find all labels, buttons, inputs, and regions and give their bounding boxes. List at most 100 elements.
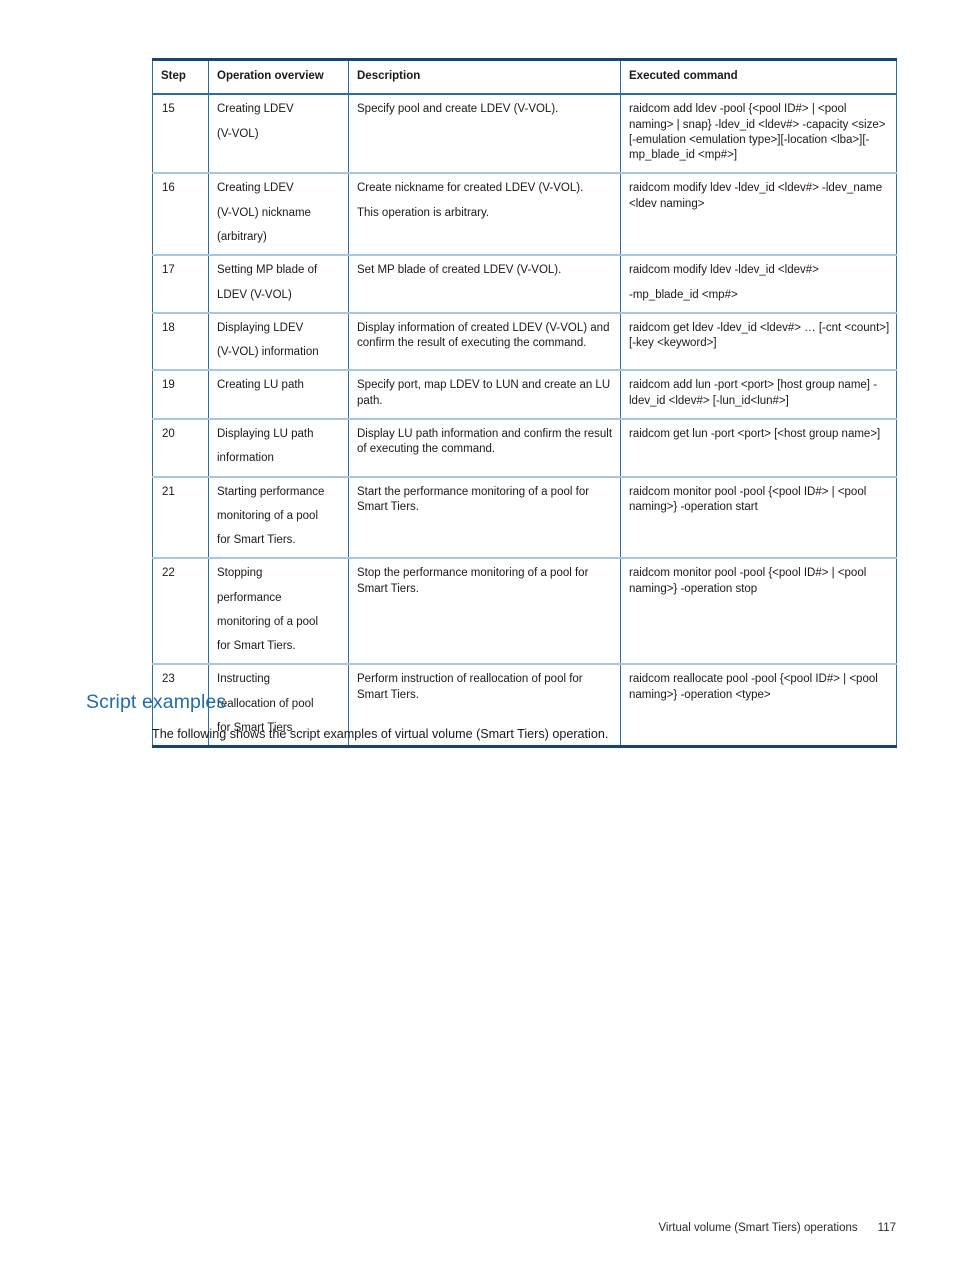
table-row: 18 Displaying LDEV (V-VOL) information Disp… (152, 311, 897, 371)
cell-step: 15 (152, 94, 209, 174)
cell-step: 20 (152, 417, 209, 477)
cell-operation-overview-line: Displaying LDEV (217, 321, 304, 334)
cell-executed-command-line: raidcom modify ldev -ldev_id <ldev#> (629, 264, 819, 277)
cell-operation-overview-line: Setting MP blade of (217, 264, 318, 277)
cell-executed-command-line: raidcom reallocate pool -pool {<pool ID#… (629, 673, 878, 701)
cell-executed-command-line: raidcom monitor pool -pool {<pool ID#> |… (629, 567, 867, 595)
footer-page-number: 117 (877, 1222, 896, 1234)
cell-description-line: Create nickname for created LDEV (V-VOL)… (357, 182, 584, 195)
cell-operation-overview: Stopping performance monitoring of a pool f… (208, 557, 349, 665)
cell-description: Specify pool and create LDEV (V-VOL). (348, 94, 621, 174)
cell-step: 18 (152, 311, 209, 371)
cell-executed-command: raidcom add ldev -pool {<pool ID#> | <po… (620, 94, 897, 174)
cell-description: Create nickname for created LDEV (V-VOL)… (348, 172, 621, 256)
cell-step-line: 20 (162, 427, 175, 440)
cell-description-line: This operation is arbitrary. (357, 206, 490, 219)
table-row: 21 Starting performance monitoring of a po… (152, 475, 897, 559)
table-header-row: Step Operation overview Description Exec… (152, 59, 897, 96)
cell-operation-overview-line: LDEV (V-VOL) (217, 288, 292, 301)
cell-operation-overview: Creating LDEV (V-VOL) nickname (arbitrary) (208, 172, 349, 256)
cell-operation-overview-line: Creating LDEV (217, 103, 294, 116)
cell-description-line: Start the performance monitoring of a po… (357, 485, 590, 513)
cell-operation-overview-line: (V-VOL) (217, 127, 259, 140)
cell-operation-overview: Displaying LU path information (208, 417, 349, 477)
cell-step: 21 (152, 475, 209, 559)
cell-step: 17 (152, 254, 209, 313)
cell-description: Stop the performance monitoring of a poo… (348, 557, 621, 665)
footer-chapter-title: Virtual volume (Smart Tiers) operations (658, 1222, 858, 1234)
cell-executed-command: raidcom monitor pool -pool {<pool ID#> |… (620, 475, 897, 559)
cell-operation-overview-line: monitoring of a pool (217, 509, 319, 522)
table-row: 19 Creating LU path Specify port, map LDEV… (152, 369, 897, 419)
cell-operation-overview-line: Stopping (217, 567, 263, 580)
cell-description: Start the performance monitoring of a po… (348, 475, 621, 559)
cell-step-line: 15 (162, 103, 175, 116)
cell-executed-command: raidcom modify ldev -ldev_id <ldev#> -mp_… (620, 254, 897, 313)
table-row: 20 Displaying LU path information Display L… (152, 417, 897, 477)
cell-executed-command: raidcom monitor pool -pool {<pool ID#> |… (620, 557, 897, 665)
cell-step: 19 (152, 369, 209, 419)
cell-operation-overview: Displaying LDEV (V-VOL) information (208, 311, 349, 371)
cell-operation-overview-line: monitoring of a pool (217, 615, 319, 628)
cell-step-line: 23 (162, 673, 175, 686)
cell-step-line: 16 (162, 182, 175, 195)
cell-operation-overview-line: Creating LU path (217, 379, 304, 392)
cell-description-line: Perform instruction of reallocation of p… (357, 673, 583, 701)
cell-executed-command-line: raidcom add ldev -pool {<pool ID#> | <po… (629, 103, 886, 162)
cell-operation-overview: Starting performance monitoring of a pool… (208, 475, 349, 559)
steps-table-container: Step Operation overview Description Exec… (152, 58, 897, 749)
cell-step-line: 21 (162, 485, 175, 498)
cell-operation-overview-line: performance (217, 591, 282, 604)
cell-executed-command: raidcom add lun -port <port> [host group… (620, 369, 897, 419)
page-footer: Virtual volume (Smart Tiers) operations 1… (658, 1222, 896, 1234)
cell-executed-command-line: raidcom get ldev -ldev_id <ldev#> … [-cn… (629, 321, 890, 350)
cell-description-line: Stop the performance monitoring of a poo… (357, 567, 589, 595)
cell-description-line: Display information of created LDEV (V-V… (357, 321, 610, 350)
cell-description: Display information of created LDEV (V-V… (348, 311, 621, 371)
page-title: Script examples (86, 691, 227, 713)
cell-description-line: Specify pool and create LDEV (V-VOL). (357, 103, 559, 116)
cell-executed-command: raidcom get lun -port <port> [<host grou… (620, 417, 897, 477)
cell-description-line: Specify port, map LDEV to LUN and create… (357, 379, 611, 407)
cell-operation-overview-line: Instructing (217, 673, 271, 686)
table-row: 17 Setting MP blade of LDEV (V-VOL) Set MP … (152, 254, 897, 313)
column-header-operation-overview: Operation overview (208, 59, 349, 96)
section-paragraph: The following shows the script examples … (152, 727, 609, 741)
cell-description-line: Set MP blade of created LDEV (V-VOL). (357, 264, 562, 277)
cell-operation-overview-line: (V-VOL) information (217, 346, 319, 359)
cell-operation-overview-line: Displaying LU path (217, 427, 314, 440)
cell-step: 22 (152, 557, 209, 665)
cell-step: 16 (152, 172, 209, 256)
cell-executed-command-line: raidcom add lun -port <port> [host group… (629, 379, 878, 407)
cell-executed-command: raidcom modify ldev -ldev_id <ldev#> -ld… (620, 172, 897, 256)
table-header: Step Operation overview Description Exec… (152, 59, 897, 96)
cell-step-line: 17 (162, 264, 175, 277)
table-row: 22 Stopping performance monitoring of a poo… (152, 557, 897, 665)
cell-step-line: 18 (162, 321, 175, 334)
cell-description: Set MP blade of created LDEV (V-VOL). (348, 254, 621, 313)
cell-operation-overview-line: for Smart Tiers. (217, 640, 296, 653)
column-header-executed-command: Executed command (620, 59, 897, 96)
column-header-step: Step (152, 59, 209, 96)
cell-description-line: Display LU path information and confirm … (357, 427, 613, 456)
cell-executed-command-line: raidcom get lun -port <port> [<host grou… (629, 427, 881, 440)
table-body: 15 Creating LDEV (V-VOL) Specify pool and c… (152, 94, 897, 747)
cell-operation-overview-line: reallocation of pool (217, 697, 314, 710)
cell-operation-overview-line: Starting performance (217, 485, 325, 498)
cell-operation-overview-line: information (217, 452, 274, 465)
cell-step-line: 22 (162, 567, 175, 580)
cell-operation-overview: Setting MP blade of LDEV (V-VOL) (208, 254, 349, 313)
steps-table: Step Operation overview Description Exec… (152, 58, 897, 749)
cell-executed-command-line: raidcom modify ldev -ldev_id <ldev#> -ld… (629, 182, 883, 210)
cell-executed-command-line: raidcom monitor pool -pool {<pool ID#> |… (629, 485, 867, 513)
cell-operation-overview-line: Creating LDEV (217, 182, 294, 195)
table-row: 15 Creating LDEV (V-VOL) Specify pool and c… (152, 94, 897, 174)
cell-executed-command-line: -mp_blade_id <mp#> (629, 288, 738, 301)
column-header-description: Description (348, 59, 621, 96)
table-row: 16 Creating LDEV (V-VOL) nickname (arbitrar… (152, 172, 897, 256)
cell-operation-overview: Creating LDEV (V-VOL) (208, 94, 349, 174)
cell-operation-overview-line: (V-VOL) nickname (217, 206, 311, 219)
cell-description: Display LU path information and confirm … (348, 417, 621, 477)
cell-operation-overview: Creating LU path (208, 369, 349, 419)
cell-operation-overview-line: (arbitrary) (217, 230, 267, 243)
